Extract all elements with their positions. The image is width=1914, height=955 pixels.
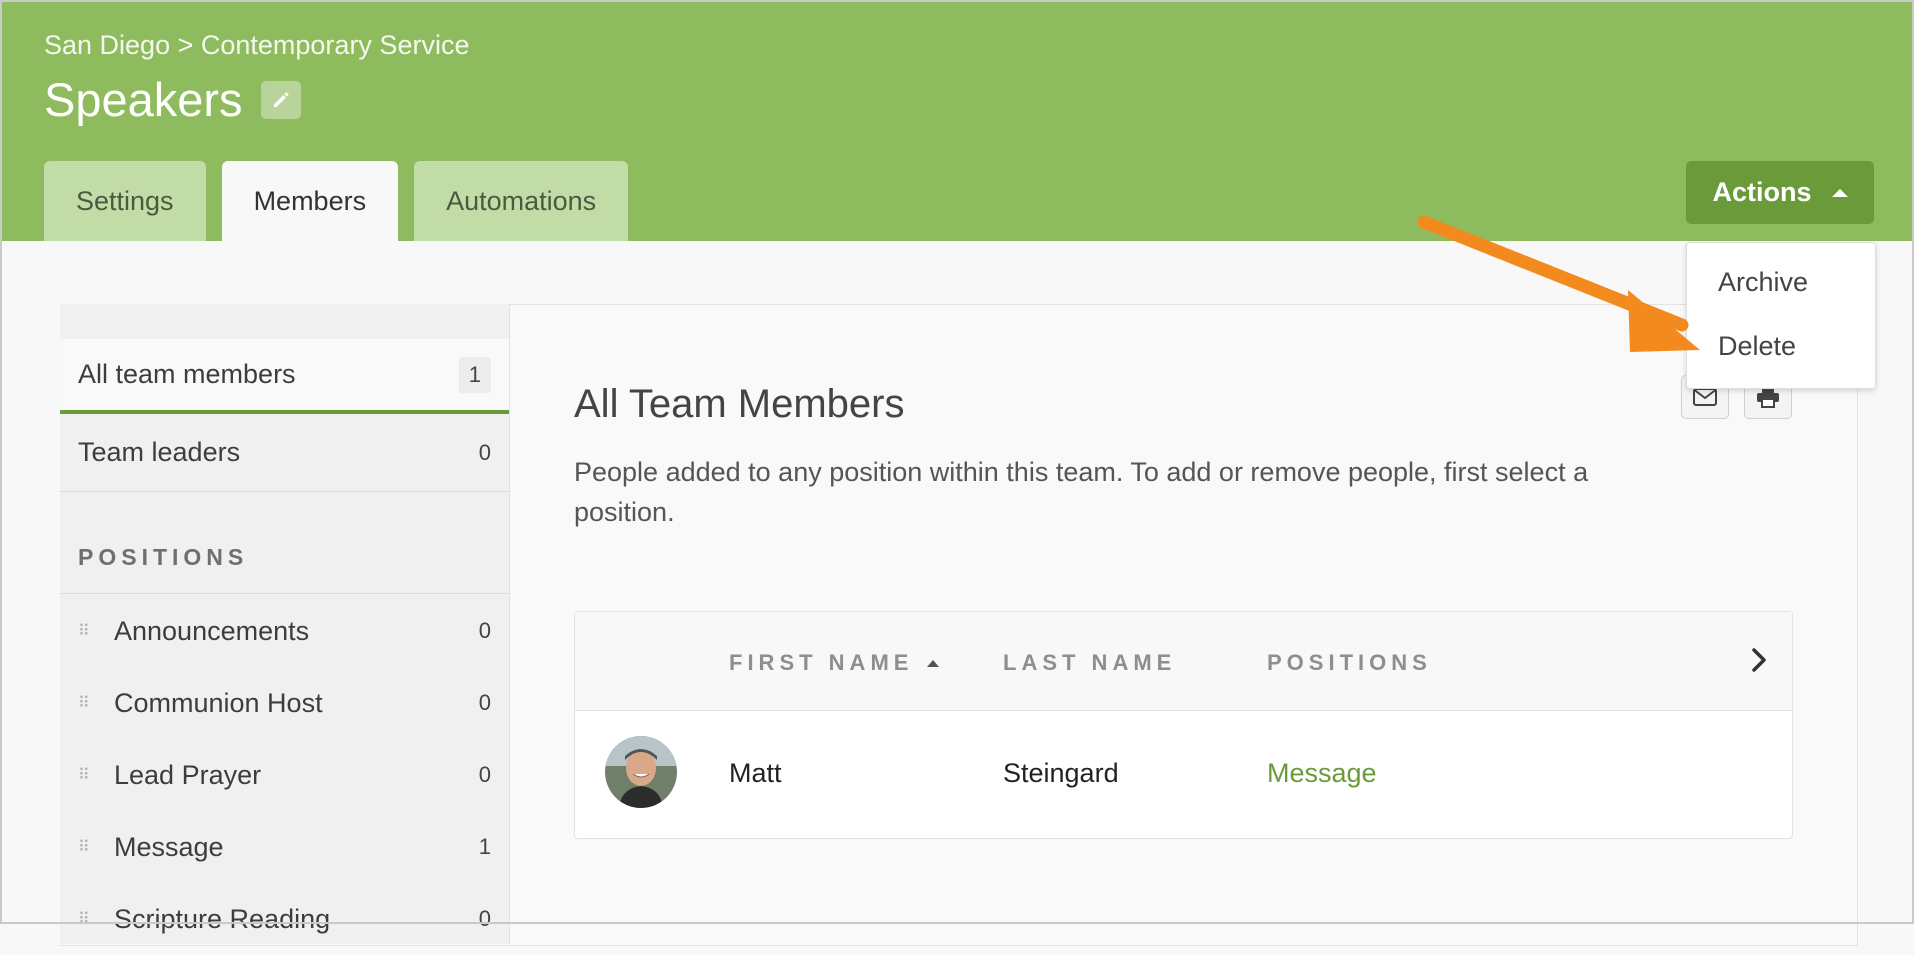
menu-item-delete[interactable]: Delete [1718,331,1796,362]
cell-last-name[interactable]: Steingard [1003,758,1119,789]
table-row[interactable]: Matt Steingard Message [575,710,1792,838]
column-header-first-name[interactable]: FIRST NAME [729,650,940,676]
sidebar-item-all-team-members[interactable]: All team members 1 [60,339,509,414]
breadcrumb[interactable]: San Diego > Contemporary Service [44,30,469,61]
count-badge: 0 [478,439,491,465]
pencil-icon [273,92,289,107]
printer-icon [1757,387,1779,408]
tab-bar: Settings Members Automations [44,161,629,241]
sidebar-item-label: Team leaders [78,437,241,467]
count-badge: 1 [458,356,491,393]
position-label: Communion Host [114,687,323,718]
count-badge: 0 [478,690,491,715]
cell-first-name[interactable]: Matt [729,758,782,789]
position-label: Announcements [114,615,310,646]
tab-members[interactable]: Members [221,161,399,241]
caret-up-icon [1831,188,1848,197]
count-badge: 0 [478,762,491,787]
avatar[interactable] [605,736,677,808]
page-header: San Diego > Contemporary Service Speaker… [0,0,1914,241]
chevron-right-icon[interactable] [1750,642,1770,678]
page-title: Speakers [44,73,243,126]
drag-handle-icon[interactable]: ⠿ [78,911,92,927]
position-item[interactable]: ⠿ Scripture Reading 0 [60,883,509,955]
members-table: FIRST NAME LAST NAME POSITIONS Matt Stei… [574,611,1793,839]
column-header-last-name[interactable]: LAST NAME [1003,650,1176,676]
sort-ascending-icon [927,659,940,667]
envelope-icon [1693,388,1717,406]
edit-title-button[interactable] [260,80,301,119]
drag-handle-icon[interactable]: ⠿ [78,839,92,855]
drag-handle-icon[interactable]: ⠿ [78,623,92,639]
position-item[interactable]: ⠿ Announcements 0 [60,595,509,667]
content-title: All Team Members [574,382,905,426]
positions-heading: POSITIONS [78,544,249,570]
content-description: People added to any position within this… [574,457,1589,527]
count-badge: 0 [478,906,491,931]
actions-button[interactable]: Actions [1686,161,1874,224]
drag-handle-icon[interactable]: ⠿ [78,767,92,783]
position-item[interactable]: ⠿ Lead Prayer 0 [60,739,509,811]
position-item[interactable]: ⠿ Message 1 [60,811,509,883]
position-label: Lead Prayer [114,759,262,790]
position-label: Message [114,831,224,862]
actions-dropdown-menu: Archive Delete [1686,242,1876,389]
tab-settings[interactable]: Settings [44,161,206,241]
tab-automations[interactable]: Automations [414,161,629,241]
sidebar-item-team-leaders[interactable]: Team leaders 0 [60,414,509,492]
cell-positions-link[interactable]: Message [1267,758,1377,789]
sidebar-item-label: All team members [78,359,296,389]
count-badge: 1 [478,834,491,859]
menu-item-archive[interactable]: Archive [1718,267,1808,298]
column-header-positions[interactable]: POSITIONS [1267,650,1432,676]
position-label: Scripture Reading [114,903,331,934]
table-header: FIRST NAME LAST NAME POSITIONS [575,612,1792,711]
count-badge: 0 [478,618,491,643]
sidebar: All team members 1 Team leaders 0 POSITI… [60,304,510,944]
actions-label: Actions [1712,177,1812,207]
drag-handle-icon[interactable]: ⠿ [78,695,92,711]
position-item[interactable]: ⠿ Communion Host 0 [60,667,509,739]
